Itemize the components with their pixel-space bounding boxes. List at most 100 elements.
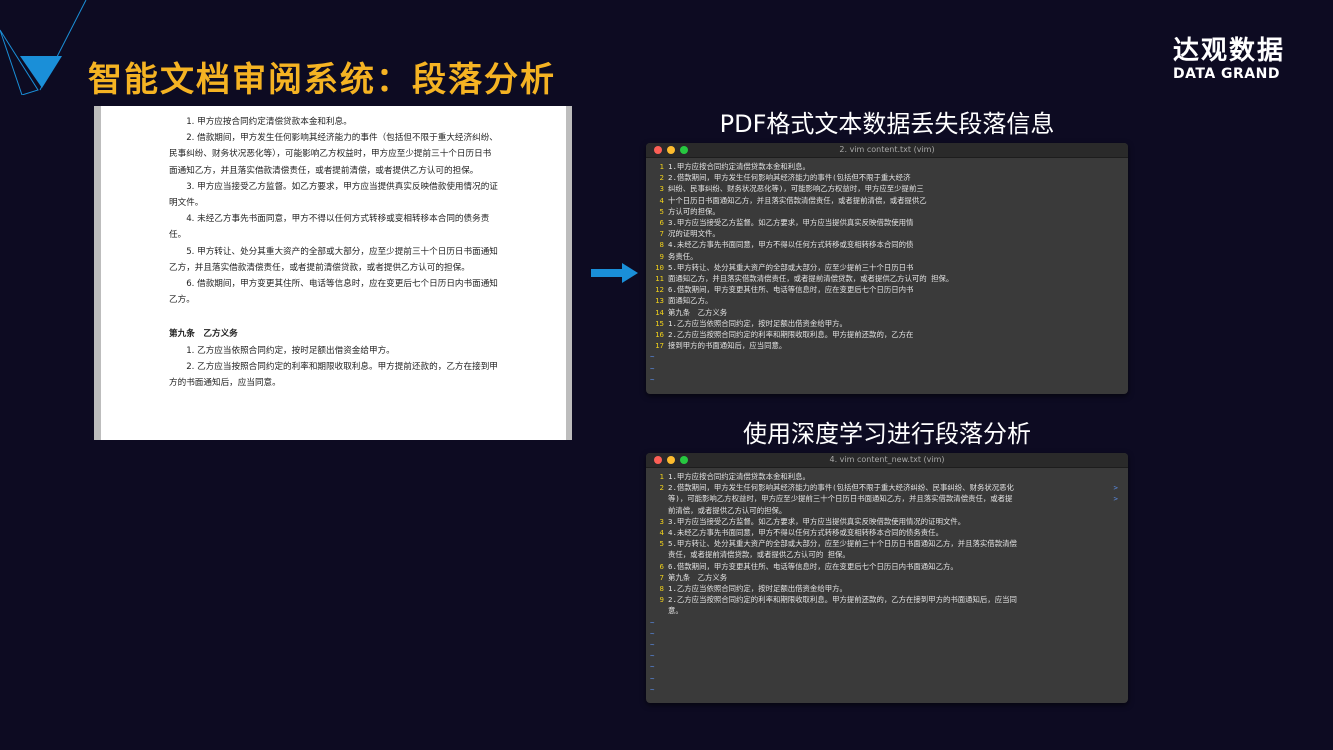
empty-line-tilde: ~ bbox=[650, 662, 655, 672]
line-text: 2.乙方应当按照合同约定的利率和期限收取利息。甲方提前还款的，乙方在 bbox=[668, 330, 914, 340]
doc-section-heading: 第九条 乙方义务 bbox=[169, 329, 238, 340]
line-number: 6 bbox=[659, 561, 664, 571]
terminal-line: 4 4.未经乙方事先书面同意，甲方不得以任何方式转移或变相转移本合同的债务责任。 bbox=[650, 527, 1122, 538]
line-number: 14 bbox=[655, 307, 664, 317]
line-number: 17 bbox=[655, 341, 664, 351]
doc-paragraph: 2. 乙方应当按照合同约定的利率和期限收取利息。甲方提前还款的，乙方在接到甲方的… bbox=[169, 361, 498, 389]
empty-line-tilde: ~ bbox=[650, 673, 655, 683]
document-preview: 1. 甲方应按合同约定清偿贷款本金和利息。 2. 借款期间，甲方发生任何影响其经… bbox=[94, 106, 572, 440]
line-number: 4 bbox=[659, 195, 664, 205]
empty-line-tilde: ~ bbox=[650, 628, 655, 638]
terminal-content[interactable]: 1 1.甲方应按合同约定清偿贷款本金和利息。 2 2.借款期间，甲方发生任何影响其经济… bbox=[646, 158, 1128, 385]
line-text: 1.甲方应按合同约定清偿贷款本金和利息。 bbox=[668, 162, 810, 171]
terminal-line: 1 1.甲方应按合同约定清偿贷款本金和利息。 bbox=[650, 471, 1122, 482]
line-text: 况的证明文件。 bbox=[668, 229, 720, 239]
line-text: 意。 bbox=[668, 606, 683, 616]
line-text: 2.乙方应当按照合同约定的利率和期限收取利息。甲方提前还款的，乙方在接到甲方的书… bbox=[668, 595, 1017, 605]
section-heading-pdf: PDF格式文本数据丢失段落信息 bbox=[719, 110, 1055, 138]
terminal-line: 9 务责任。 bbox=[650, 251, 1122, 262]
line-text: 6.借款期间，甲方变更其住所、电话等信息时，应在变更后七个日历日内书面通知乙方。 bbox=[668, 561, 958, 571]
line-number: 13 bbox=[655, 296, 664, 306]
empty-line-tilde: ~ bbox=[650, 363, 655, 373]
line-text: 4.未经乙方事先书面同意，甲方不得以任何方式转移或变相转移本合同的债务责任。 bbox=[668, 528, 943, 538]
line-number: 6 bbox=[659, 218, 664, 228]
doc-paragraph: 1. 甲方应按合同约定清偿贷款本金和利息。 bbox=[186, 117, 352, 127]
document-right-margin bbox=[566, 106, 572, 440]
terminal-content[interactable]: 1 1.甲方应按合同约定清偿贷款本金和利息。 2 2.借款期间，甲方发生任何影响其经济… bbox=[646, 468, 1128, 695]
section-heading-deep-learning: 使用深度学习进行段落分析 bbox=[743, 420, 1031, 448]
line-text: 接到甲方的书面通知后，应当同意。 bbox=[668, 341, 787, 351]
line-number: 2 bbox=[659, 173, 664, 183]
line-text: 5.甲方转让、处分其重大资产的全部或大部分，应至少提前三十个日历日书 bbox=[668, 262, 914, 272]
empty-line-tilde: ~ bbox=[650, 352, 655, 362]
terminal-line: 12 6.借款期间，甲方变更其住所、电话等信息时，应在变更后七个日历日内书 bbox=[650, 284, 1122, 295]
line-text: 4.未经乙方事先书面同意，甲方不得以任何方式转移或变相转移本合同的债 bbox=[668, 240, 914, 250]
terminal-line: 5 方认可的担保。 bbox=[650, 206, 1122, 217]
terminal-window-new: 4. vim content_new.txt (vim) 1 1.甲方应按合同约定… bbox=[646, 453, 1128, 703]
terminal-line: 意。 bbox=[650, 605, 1122, 616]
line-number: 1 bbox=[659, 162, 664, 171]
line-number: 12 bbox=[655, 285, 664, 295]
line-text: 等)，可能影响乙方权益时，甲方应至少提前三十个日历日书面通知乙方，并且落实借款清… bbox=[668, 494, 1013, 504]
terminal-line: 16 2.乙方应当按照合同约定的利率和期限收取利息。甲方提前还款的，乙方在 bbox=[650, 329, 1122, 340]
line-text: 1.甲方应按合同约定清偿贷款本金和利息。 bbox=[668, 472, 810, 481]
line-text: 5.甲方转让、处分其重大资产的全部或大部分，应至少提前三十个日历日书面通知乙方，… bbox=[668, 539, 1017, 549]
line-text: 3.甲方应当接受乙方监督。如乙方要求，甲方应当提供真实反映借款使用情 bbox=[668, 218, 914, 228]
terminal-line: 6 6.借款期间，甲方变更其住所、电话等信息时，应在变更后七个日历日内书面通知乙方… bbox=[650, 561, 1122, 572]
terminal-line: 3 3.甲方应当接受乙方监督。如乙方要求，甲方应当提供真实反映借款使用情况的证明文… bbox=[650, 516, 1122, 527]
terminal-line: 2 2.借款期间，甲方发生任何影响其经济能力的事件(包括但不限于重大经济纠纷、民事… bbox=[650, 482, 1122, 493]
line-text: 2.借款期间，甲方发生任何影响其经济能力的事件(包括但不限于重大经济 bbox=[668, 173, 911, 183]
line-number bbox=[650, 549, 668, 560]
terminal-line: 6 3.甲方应当接受乙方监督。如乙方要求，甲方应当提供真实反映借款使用情 bbox=[650, 217, 1122, 228]
line-number: 1 bbox=[659, 472, 664, 481]
terminal-line: 5 5.甲方转让、处分其重大资产的全部或大部分，应至少提前三十个日历日书面通知乙方… bbox=[650, 538, 1122, 549]
line-number: 15 bbox=[655, 318, 664, 328]
line-text: 十个日历日书面通知乙方，并且落实借款清偿责任，或者提前清偿，或者提供乙 bbox=[668, 195, 927, 205]
terminal-line: 等)，可能影响乙方权益时，甲方应至少提前三十个日历日书面通知乙方，并且落实借款清… bbox=[650, 493, 1122, 504]
document-left-margin bbox=[94, 106, 101, 440]
doc-paragraph: 5. 甲方转让、处分其重大资产的全部或大部分，应至少提前三十个日历日书面通知乙方… bbox=[169, 246, 498, 273]
line-text: 3.甲方应当接受乙方监督。如乙方要求，甲方应当提供真实反映借款使用情况的证明文件… bbox=[668, 516, 966, 526]
line-number: 2 bbox=[659, 483, 664, 493]
line-text: 2.借款期间，甲方发生任何影响其经济能力的事件(包括但不限于重大经济纠纷、民事纠… bbox=[668, 483, 1014, 493]
line-continuation-marker: > bbox=[1113, 494, 1118, 504]
line-number: 11 bbox=[655, 274, 664, 284]
empty-line-tilde: ~ bbox=[650, 651, 655, 661]
line-text: 面通知乙方，并且落实借款清偿责任，或者提前清偿贷款，或者提供乙方认可的 担保。 bbox=[668, 274, 954, 284]
line-text: 务责任。 bbox=[668, 251, 698, 261]
empty-line-tilde: ~ bbox=[650, 640, 655, 650]
line-number: 3 bbox=[659, 184, 664, 194]
terminal-line: 17 接到甲方的书面通知后，应当同意。 bbox=[650, 340, 1122, 351]
terminal-line: 责任，或者提前清偿贷款，或者提供乙方认可的 担保。 bbox=[650, 549, 1122, 560]
doc-paragraph: 1. 乙方应当依照合同约定，按时足额出借资金给甲方。 bbox=[186, 345, 395, 356]
line-number: 4 bbox=[659, 528, 664, 538]
line-text: 责任，或者提前清偿贷款，或者提供乙方认可的 担保。 bbox=[668, 550, 850, 560]
line-number: 16 bbox=[655, 330, 664, 340]
terminal-title-bar: 4. vim content_new.txt (vim) bbox=[646, 453, 1128, 468]
line-text: 方认可的担保。 bbox=[668, 206, 720, 216]
terminal-line: 4 十个日历日书面通知乙方，并且落实借款清偿责任，或者提前清偿，或者提供乙 bbox=[650, 195, 1122, 206]
terminal-line: 14 第九条 乙方义务 bbox=[650, 307, 1122, 318]
line-number: 7 bbox=[659, 229, 664, 239]
line-number: 8 bbox=[659, 240, 664, 250]
terminal-line: 1 1.甲方应按合同约定清偿贷款本金和利息。 bbox=[650, 161, 1122, 172]
line-number: 10 bbox=[655, 262, 664, 272]
line-number: 8 bbox=[659, 584, 664, 594]
terminal-title: 4. vim content_new.txt (vim) bbox=[829, 455, 945, 464]
line-continuation-marker: > bbox=[1113, 483, 1118, 493]
terminal-line: 7 第九条 乙方义务 bbox=[650, 572, 1122, 583]
triangle-logo-icon bbox=[0, 0, 87, 95]
company-logo: 达观数据 DATA GRAND bbox=[1173, 36, 1285, 82]
line-text: 第九条 乙方义务 bbox=[668, 572, 728, 582]
slide-title: 智能文档审阅系统：段落分析 bbox=[88, 60, 556, 100]
terminal-title: 2. vim content.txt (vim) bbox=[839, 145, 935, 154]
line-number: 7 bbox=[659, 572, 664, 582]
line-number: 9 bbox=[659, 251, 664, 261]
line-number bbox=[650, 493, 668, 504]
line-text: 第九条 乙方义务 bbox=[668, 307, 728, 317]
terminal-line: 13 面通知乙方。 bbox=[650, 295, 1122, 306]
empty-line-tilde: ~ bbox=[650, 617, 655, 627]
line-text: 1.乙方应当依照合同约定，按时足额出借资金给甲方。 bbox=[668, 584, 847, 594]
terminal-window-original: 2. vim content.txt (vim) 1 1.甲方应按合同约定清偿贷款… bbox=[646, 143, 1128, 394]
terminal-line: 10 5.甲方转让、处分其重大资产的全部或大部分，应至少提前三十个日历日书 bbox=[650, 262, 1122, 273]
